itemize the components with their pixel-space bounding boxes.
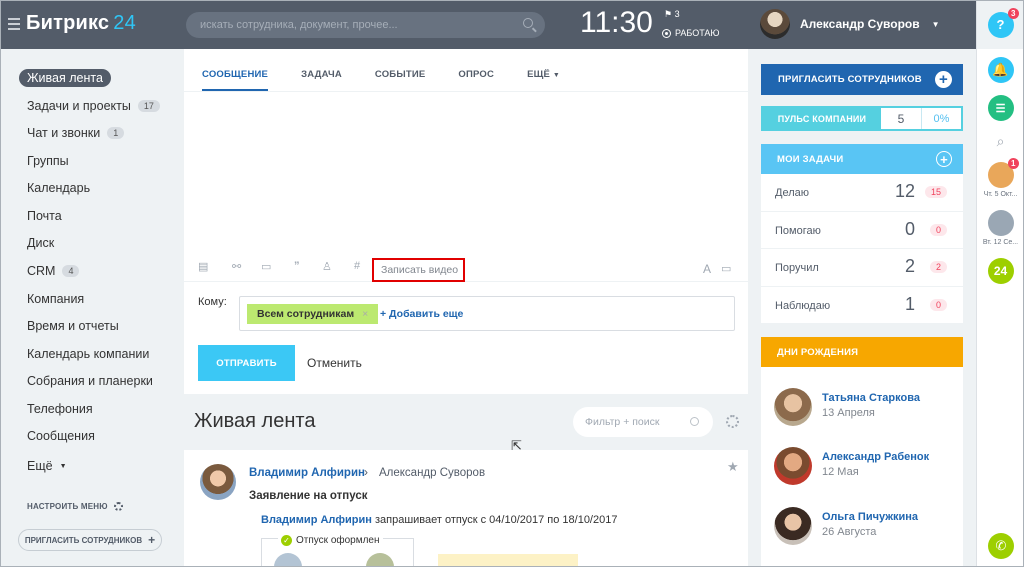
avatar	[774, 388, 812, 426]
bitrix24-logo[interactable]: 24	[987, 258, 1014, 284]
chevron-down-icon: ▼	[931, 19, 940, 29]
recipients-label: Кому:	[198, 296, 227, 308]
sidebar-item-calendar[interactable]: Календарь	[27, 181, 90, 195]
logo[interactable]: Битрикс 24	[26, 12, 136, 35]
sidebar-item-more[interactable]: Ещё ▼	[27, 459, 67, 473]
phone-icon[interactable]: ✆	[988, 533, 1014, 559]
sidebar-item-meetings[interactable]: Собрания и планерки	[27, 374, 153, 388]
recipient-chip[interactable]: Всем сотрудникам ×	[247, 304, 379, 324]
right-strip: ? 3 🔔 ☰ ⌕ 1 Чт. 5 Окт... Вт. 12 Се... 24 ✆	[976, 0, 1024, 567]
chevron-right-icon: ›	[364, 465, 368, 479]
sidebar-item-tasks[interactable]: Задачи и проекты 17	[27, 99, 160, 113]
task-row[interactable]: Поручил 2 2	[761, 249, 963, 287]
user-menu[interactable]: Александр Суворов ▼	[760, 9, 940, 39]
avatar	[760, 9, 790, 39]
company-pulse[interactable]: ПУЛЬС КОМПАНИИ 5 0%	[761, 106, 963, 131]
search-icon	[523, 18, 533, 28]
video-icon[interactable]: ▭	[261, 260, 271, 273]
notifications-icon[interactable]: 🔔	[987, 57, 1014, 83]
tab-more[interactable]: ЕЩЁ ▼	[527, 69, 560, 91]
check-icon: ✓	[281, 535, 292, 546]
post-title: Заявление на отпуск	[249, 490, 368, 502]
feed-post: Владимир Алфирин › Александр Суворов ★ З…	[184, 450, 748, 567]
plus-icon[interactable]: +	[936, 151, 952, 167]
close-icon: ×	[362, 308, 369, 320]
birthdays-widget: ДНИ РОЖДЕНИЯ Татьяна Старкова 13 Апреля А…	[761, 337, 963, 567]
invite-employees-button[interactable]: ПРИГЛАСИТЬ СОТРУДНИКОВ +	[761, 64, 963, 95]
work-status[interactable]: РАБОТАЮ	[662, 28, 720, 38]
menu-icon[interactable]	[8, 18, 20, 33]
composer-tabs: СООБЩЕНИЕ ЗАДАЧА СОБЫТИЕ ОПРОС ЕЩЁ ▼	[184, 49, 748, 92]
tab-event[interactable]: СОБЫТИЕ	[375, 69, 426, 91]
sidebar-item-mail[interactable]: Почта	[27, 209, 62, 223]
editor-toolbar: ▤ ⚯ ▭ ” ♙ # Записать видео A ▭	[184, 256, 748, 282]
post-author[interactable]: Владимир Алфирин	[249, 467, 365, 479]
filter-search-input[interactable]: Фильтр + поиск	[573, 407, 713, 437]
sidebar-item-company-calendar[interactable]: Календарь компании	[27, 347, 149, 361]
text-format-icon[interactable]: A	[703, 262, 711, 276]
recipients-field[interactable]: Всем сотрудникам × + Добавить еще	[239, 296, 735, 331]
gear-icon	[113, 502, 123, 511]
sidebar-item-company[interactable]: Компания	[27, 292, 84, 306]
vacation-status-box: ✓ Отпуск оформлен	[261, 535, 414, 567]
add-recipient-link[interactable]: + Добавить еще	[380, 308, 463, 320]
birthday-item[interactable]: Ольга Пичужкина 26 Августа	[774, 507, 964, 547]
avatar[interactable]	[200, 464, 236, 500]
record-video-button[interactable]: Записать видео	[372, 258, 465, 282]
birthday-item[interactable]: Александр Рабенок 12 Мая	[774, 447, 964, 487]
post-composer: СООБЩЕНИЕ ЗАДАЧА СОБЫТИЕ ОПРОС ЕЩЁ ▼ ▤ ⚯…	[184, 49, 748, 394]
record-icon	[662, 28, 671, 38]
sidebar-item-time[interactable]: Время и отчеты	[27, 319, 119, 333]
sidebar-item-crm[interactable]: CRM 4	[27, 264, 80, 278]
sidebar: Живая лента Задачи и проекты 17 Чат и зво…	[0, 49, 184, 567]
mention-icon[interactable]: ♙	[322, 260, 332, 273]
tab-message[interactable]: СООБЩЕНИЕ	[202, 69, 269, 91]
birthdays-header: ДНИ РОЖДЕНИЯ	[761, 337, 963, 367]
tab-poll[interactable]: ОПРОС	[458, 69, 494, 91]
feed-title: Живая лента	[194, 410, 316, 432]
top-bar: Битрикс 24 искать сотрудника, документ, п…	[0, 0, 976, 49]
avatar	[366, 553, 394, 567]
post-recipient[interactable]: Александр Суворов	[379, 467, 485, 479]
sidebar-item-feed[interactable]: Живая лента	[19, 69, 111, 87]
sidebar-item-telephony[interactable]: Телефония	[27, 402, 93, 416]
plus-icon: +	[935, 71, 952, 88]
tab-task[interactable]: ЗАДАЧА	[301, 69, 342, 91]
contact-avatar[interactable]: 1	[987, 158, 1019, 188]
my-tasks-header[interactable]: МОИ ЗАДАЧИ +	[761, 144, 963, 174]
flag-counter[interactable]: ⚑ 3	[664, 9, 680, 20]
sidebar-item-chat[interactable]: Чат и звонки 1	[27, 126, 125, 140]
quote-icon[interactable]: ”	[294, 260, 300, 272]
cancel-button[interactable]: Отменить	[307, 356, 362, 370]
task-row[interactable]: Наблюдаю 1 0	[761, 287, 963, 324]
birthday-item[interactable]: Татьяна Старкова 13 Апреля	[774, 388, 964, 428]
file-icon[interactable]: ▤	[198, 260, 208, 273]
info-block	[438, 554, 578, 567]
task-row[interactable]: Делаю 12 15	[761, 174, 963, 212]
invite-employees-button[interactable]: ПРИГЛАСИТЬ СОТРУДНИКОВ +	[18, 529, 162, 551]
star-icon[interactable]: ★	[727, 459, 739, 475]
help-button[interactable]: ? 3	[987, 7, 1019, 38]
sidebar-item-messages[interactable]: Сообщения	[27, 429, 95, 443]
configure-menu-button[interactable]: НАСТРОИТЬ МЕНЮ	[27, 502, 123, 511]
post-text: Владимир Алфирин запрашивает отпуск с 04…	[261, 514, 618, 526]
search-icon	[690, 417, 699, 426]
search-input[interactable]: искать сотрудника, документ, прочее...	[186, 12, 545, 38]
panel-icon[interactable]: ▭	[721, 262, 731, 275]
clock: 11:30	[580, 6, 653, 39]
sidebar-item-disk[interactable]: Диск	[27, 236, 54, 250]
task-row[interactable]: Помогаю 0 0	[761, 212, 963, 249]
hashtag-icon[interactable]: #	[354, 260, 360, 272]
avatar	[274, 553, 302, 567]
sidebar-item-groups[interactable]: Группы	[27, 154, 69, 168]
send-button[interactable]: ОТПРАВИТЬ	[198, 345, 295, 381]
search-icon[interactable]: ⌕	[977, 125, 1024, 154]
avatar	[774, 507, 812, 545]
gear-icon[interactable]	[726, 415, 739, 428]
contact-avatar[interactable]	[987, 210, 1014, 236]
link-icon[interactable]: ⚯	[232, 260, 241, 273]
avatar	[774, 447, 812, 485]
chat-icon[interactable]: ☰	[987, 95, 1014, 121]
my-tasks-widget: МОИ ЗАДАЧИ + Делаю 12 15 Помогаю 0 0 Поручил 2…	[761, 144, 963, 324]
